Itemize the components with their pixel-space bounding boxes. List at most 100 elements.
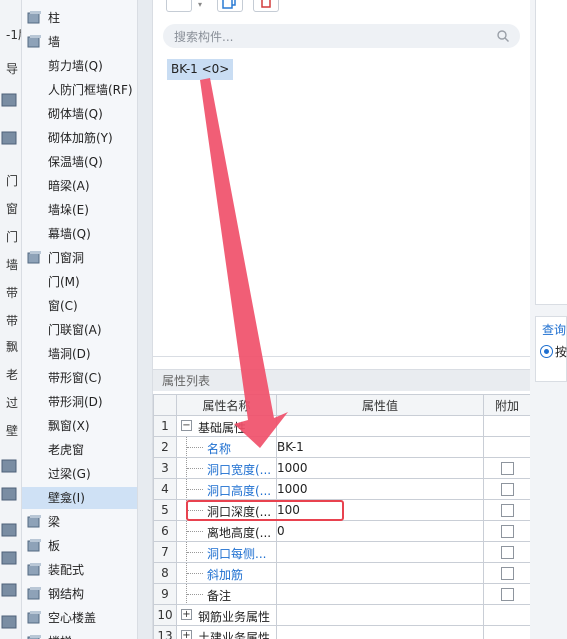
tree-item[interactable]: 剪力墙(Q) (22, 55, 137, 77)
tree-item[interactable]: 楼梯 (22, 631, 137, 639)
left-strip-item[interactable]: 过 (0, 392, 21, 414)
tree-item[interactable]: 板 (22, 535, 137, 557)
search-icon[interactable] (496, 29, 510, 43)
component-search[interactable]: 搜索构件... (163, 24, 520, 48)
tab-query[interactable]: 查询 (542, 321, 566, 338)
tree-item[interactable]: 梁 (22, 511, 137, 533)
tree-connector (186, 542, 204, 562)
left-strip-item[interactable]: 带 (0, 282, 21, 304)
expand-icon[interactable]: + (181, 630, 192, 639)
category-icon[interactable] (0, 90, 20, 110)
tree-item[interactable]: 过梁(G) (22, 463, 137, 485)
tree-item[interactable]: 装配式 (22, 559, 137, 581)
left-strip-item[interactable]: 墙 (0, 254, 21, 276)
properties-title: 属性列表 (153, 369, 530, 391)
extra-checkbox[interactable] (500, 483, 514, 496)
extra-checkbox[interactable] (500, 567, 514, 580)
row-number: 13 (153, 625, 177, 639)
tree-item[interactable]: 门窗洞 (22, 247, 137, 269)
property-row[interactable]: 7 洞口每侧... (153, 541, 531, 563)
property-value[interactable]: BK-1 (276, 436, 484, 458)
property-row[interactable]: 4 洞口高度(... 1000 (153, 478, 531, 500)
left-strip-item[interactable]: -1层 (0, 24, 21, 46)
property-value[interactable] (276, 415, 484, 437)
tree-item[interactable]: 窗(C) (22, 295, 137, 317)
extra-checkbox[interactable] (500, 546, 514, 559)
query-radio[interactable] (540, 345, 553, 358)
property-row[interactable]: 10 + 钢筋业务属性 (153, 604, 531, 626)
property-value[interactable]: 1000 (276, 457, 484, 479)
tree-item[interactable]: 门联窗(A) (22, 319, 137, 341)
left-strip-item[interactable]: 壁 (0, 420, 21, 442)
tree-item[interactable]: 带形洞(D) (22, 391, 137, 413)
door-window-icon (27, 251, 41, 264)
component-item-bk1[interactable]: BK-1 <0> (167, 59, 234, 80)
property-row[interactable]: 8 斜加筋 (153, 562, 531, 584)
left-strip-item[interactable]: 导 (0, 58, 21, 80)
tree-item[interactable]: 壁龛(I) (22, 487, 137, 509)
property-value[interactable] (276, 541, 484, 563)
left-strip-item[interactable]: 窗 (0, 198, 21, 220)
property-name: 斜加筋 (207, 568, 244, 582)
dropdown-arrow-icon[interactable]: ▾ (198, 0, 202, 9)
property-value[interactable] (276, 583, 484, 605)
extra-checkbox[interactable] (500, 462, 514, 475)
tree-item-label: 楼梯 (48, 631, 72, 639)
copy-component-button[interactable] (217, 0, 243, 12)
tree-item[interactable]: 柱 (22, 7, 137, 29)
property-value[interactable] (276, 625, 484, 639)
num-header (153, 394, 177, 416)
property-value[interactable] (276, 562, 484, 584)
extra-checkbox[interactable] (500, 588, 514, 601)
category-icon[interactable] (0, 456, 20, 476)
tree-item[interactable]: 幕墙(Q) (22, 223, 137, 245)
property-value[interactable] (276, 604, 484, 626)
left-strip-item[interactable]: 门 (0, 170, 21, 192)
extra-cell (483, 478, 531, 500)
tree-item[interactable]: 老虎窗 (22, 439, 137, 461)
tree-item[interactable]: 飘窗(X) (22, 415, 137, 437)
tree-connector (186, 458, 204, 478)
category-icon[interactable] (0, 548, 20, 568)
left-strip-item[interactable]: 飘 (0, 336, 21, 358)
property-value[interactable]: 0 (276, 520, 484, 542)
tree-item-label: 保温墙(Q) (48, 155, 103, 169)
tree-item[interactable]: 墙垛(E) (22, 199, 137, 221)
prefab-icon (27, 563, 41, 576)
tree-item[interactable]: 钢结构 (22, 583, 137, 605)
property-value[interactable]: 1000 (276, 478, 484, 500)
extra-cell (483, 499, 531, 521)
category-icon[interactable] (0, 520, 20, 540)
extra-checkbox[interactable] (500, 525, 514, 538)
tree-item[interactable]: 保温墙(Q) (22, 151, 137, 173)
delete-component-button[interactable] (253, 0, 279, 12)
property-row[interactable]: 1− 基础属性 (153, 415, 531, 437)
tree-item[interactable]: 砌体墙(Q) (22, 103, 137, 125)
property-row[interactable]: 9 备注 (153, 583, 531, 605)
category-icon[interactable] (0, 580, 20, 600)
category-icon[interactable] (0, 612, 20, 632)
collapse-icon[interactable]: − (181, 420, 192, 431)
property-row[interactable]: 13 + 土建业务属性 (153, 625, 531, 639)
property-row[interactable]: 2 名称 BK-1 (153, 436, 531, 458)
tree-item[interactable]: 墙洞(D) (22, 343, 137, 365)
category-icon[interactable] (0, 128, 20, 148)
extra-checkbox[interactable] (500, 504, 514, 517)
tree-item[interactable]: 空心楼盖 (22, 607, 137, 629)
property-row[interactable]: 6 离地高度(... 0 (153, 520, 531, 542)
tree-item[interactable]: 砌体加筋(Y) (22, 127, 137, 149)
panel-splitter[interactable] (138, 0, 153, 639)
left-strip-item[interactable]: 带 (0, 310, 21, 332)
left-strip-item[interactable]: 门 (0, 226, 21, 248)
property-row[interactable]: 3 洞口宽度(... 1000 (153, 457, 531, 479)
tree-item[interactable]: 人防门框墙(RF) (22, 79, 137, 101)
expand-icon[interactable]: + (181, 609, 192, 620)
properties-header-row: 属性名称 属性值 附加 (153, 394, 531, 416)
tree-item[interactable]: 墙 (22, 31, 137, 53)
tree-item[interactable]: 带形窗(C) (22, 367, 137, 389)
new-component-button[interactable] (166, 0, 192, 12)
category-icon[interactable] (0, 484, 20, 504)
tree-item[interactable]: 门(M) (22, 271, 137, 293)
left-strip-item[interactable]: 老 (0, 364, 21, 386)
tree-item[interactable]: 暗梁(A) (22, 175, 137, 197)
